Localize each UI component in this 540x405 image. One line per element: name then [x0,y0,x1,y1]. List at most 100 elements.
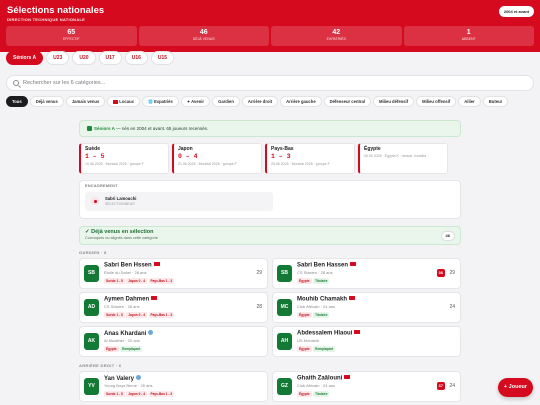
stat-effectif[interactable]: 65 EFFECTIF [6,26,137,46]
tunisia-flag-icon [153,262,160,266]
chip-label: Jamais venus [71,99,100,104]
filter-deja-venus[interactable]: Déjà venus [29,96,64,107]
status-tag: Titulaire [313,391,330,397]
player-avatar: AH [277,333,292,350]
player-name-row: Anas Khardani [104,330,154,337]
match-tag: Égypte [104,346,119,352]
player-club: CS Sfaxien · 28 ans [104,304,140,309]
filter-chips: Tous Déjà venus Jamais venus Locaux 🌐Exp… [6,96,509,107]
player-name-row: Sabri Ben Hssen [104,262,160,269]
filter-ailier[interactable]: Ailier [458,96,481,107]
player-club: Club Africain · 24 ans [297,304,336,309]
status-tag: Remplaçant [313,346,336,352]
globe-icon [148,330,154,335]
filter-defenseur-central[interactable]: Défenseur central [323,96,372,107]
tunisia-flag-icon [349,296,356,300]
chip-label: Locaux [119,99,134,104]
player-name: Ghaith Zaâlouni [297,375,343,382]
search-input[interactable] [23,78,423,88]
match-card[interactable]: Pays-Bas 1 – 3 25.06.2026 · Mondial 2026 ·… [265,143,355,174]
chip-label: Gardien [218,99,234,104]
filter-jamais-venus[interactable]: Jamais venus [65,96,106,107]
match-card[interactable]: Égypte 06.09.2025 · Égypte K · amical, Is… [358,143,448,174]
tab-u17[interactable]: U17 [98,51,122,65]
filter-milieu-defensif[interactable]: Milieu défensif [373,96,415,107]
filter-locaux[interactable]: Locaux [107,96,140,107]
filter-arriere-gauche[interactable]: Arrière gauche [280,96,322,107]
match-tag: Pays-Bas 1 - 3 [148,278,175,284]
filter-buteur[interactable]: Buteur [482,96,509,107]
player-number: 29 [256,270,262,276]
staff-name: Sabri Lamouchi [105,196,137,201]
match-date: 15.06.2026 · Mondial 2026 · groupe F [85,162,144,166]
player-number: 24 [449,383,455,389]
tab-u15[interactable]: U15 [150,51,175,65]
tab-seniors-a[interactable]: Séniors A [6,51,44,65]
match-date: 21.06.2026 · Mondial 2026 · groupe F [178,162,237,166]
player-number: 28 [256,304,262,310]
stat-deja-venus[interactable]: 46 DÉJÀ VENUS [138,26,269,46]
status-tag: Titulaire [313,278,330,284]
player-number: 29 [449,270,455,276]
tunisia-flag-icon [113,100,119,104]
player-name: Sabri Ben Hassen [297,262,349,269]
stat-value: 1 [466,29,471,36]
player-card[interactable]: MC Mouhib Chamakh Club Africain · 24 ans… [272,292,461,323]
status-tag: Remplaçant [120,346,143,352]
match-date: 06.09.2025 · Égypte K · amical, Ismaïlia [364,154,427,158]
tunisia-flag-icon [344,375,351,379]
chip-label: Défenseur central [329,99,366,104]
match-card[interactable]: Japon 0 – 4 21.06.2026 · Mondial 2026 · gr… [172,143,262,174]
filter-tous[interactable]: Tous [6,96,28,107]
chip-label: Arrière droit [247,99,273,104]
match-score: 0 – 4 [178,153,198,160]
match-tag: Pays-Bas 1 - 3 [148,391,175,397]
player-card[interactable]: SB Sabri Ben Hassen CS Sfaxien · 28 ans … [272,258,461,289]
player-card[interactable]: AD Aymen Dahmen CS Sfaxien · 28 ans Suèd… [79,292,268,323]
player-card[interactable]: AK Anas Khardani Al Muaither · 20 ans Ég… [79,326,268,357]
group-subtitle: Convoqués ou alignés dans cette catégori… [85,235,158,240]
stat-absent[interactable]: 1 ABSENT [403,26,534,46]
player-name-row: Yan Valery [104,375,142,382]
player-avatar: AK [84,333,99,350]
player-name: Abdessalem Hlaoui [297,330,353,337]
filter-expatries[interactable]: 🌐Expatriés [141,96,179,107]
player-name-row: Sabri Ben Hassen [297,262,357,269]
player-card[interactable]: YV Yan Valery Young Boys Berne · 26 ans … [79,371,268,402]
filter-milieu-offensif[interactable]: Milieu offensif [416,96,457,107]
player-tags: Égypte Remplaçant [297,346,336,352]
match-tag: Japon 0 - 4 [126,278,147,284]
stat-expatries[interactable]: 42 EXPATRIÉS [271,26,402,46]
match-tag: Égypte [297,346,312,352]
generation-filter-pill[interactable]: 2004 et avant [498,6,534,17]
add-player-button[interactable]: + Joueur [497,378,533,397]
tab-u16[interactable]: U16 [124,51,148,65]
globe-icon: 🌐 [147,99,153,104]
tab-u20[interactable]: U20 [72,51,96,65]
player-tags: Égypte Titulaire [297,278,330,284]
group-header-deja-venus[interactable]: ✓ Déjà venus en sélection Convoqués ou a… [79,226,461,245]
filter-avenir[interactable]: ✦Avenir [180,96,211,107]
player-tags: Suède 1 - 5 Japon 0 - 4 Pays-Bas 1 - 3 [104,391,175,397]
match-opponent: Égypte [364,146,381,152]
tunisia-flag-icon [151,296,158,300]
player-name: Yan Valery [104,376,135,382]
match-tag: Égypte [297,278,312,284]
player-card[interactable]: SB Sabri Ben Hssen Étoile du Sahel · 28 … [79,258,268,289]
player-card[interactable]: AH Abdessalem Hlaoui US Monastir Égypte … [272,326,461,357]
match-tag: Japon 0 - 4 [126,312,147,318]
player-club: CS Sfaxien · 28 ans [297,270,333,275]
player-card[interactable]: GZ Ghaith Zaâlouni Club Africain · 24 an… [272,371,461,402]
staff-card[interactable]: Sabri Lamouchi SÉLECTIONNEUR [85,192,273,211]
caps-badge: 37 [436,382,445,390]
filter-gardien[interactable]: Gardien [212,96,240,107]
stat-label: ABSENT [461,37,476,41]
filter-arriere-droit[interactable]: Arrière droit [241,96,279,107]
tab-u23[interactable]: U23 [46,51,70,65]
player-tags: Égypte Titulaire [297,391,330,397]
player-club: Club Africain · 24 ans [297,383,336,388]
match-card[interactable]: Suède 1 – 5 15.06.2026 · Mondial 2026 · gr… [79,143,169,174]
stat-value: 65 [67,29,76,36]
player-tags: Suède 1 - 5 Japon 0 - 4 Pays-Bas 1 - 3 [104,278,175,284]
search-icon [13,80,19,86]
